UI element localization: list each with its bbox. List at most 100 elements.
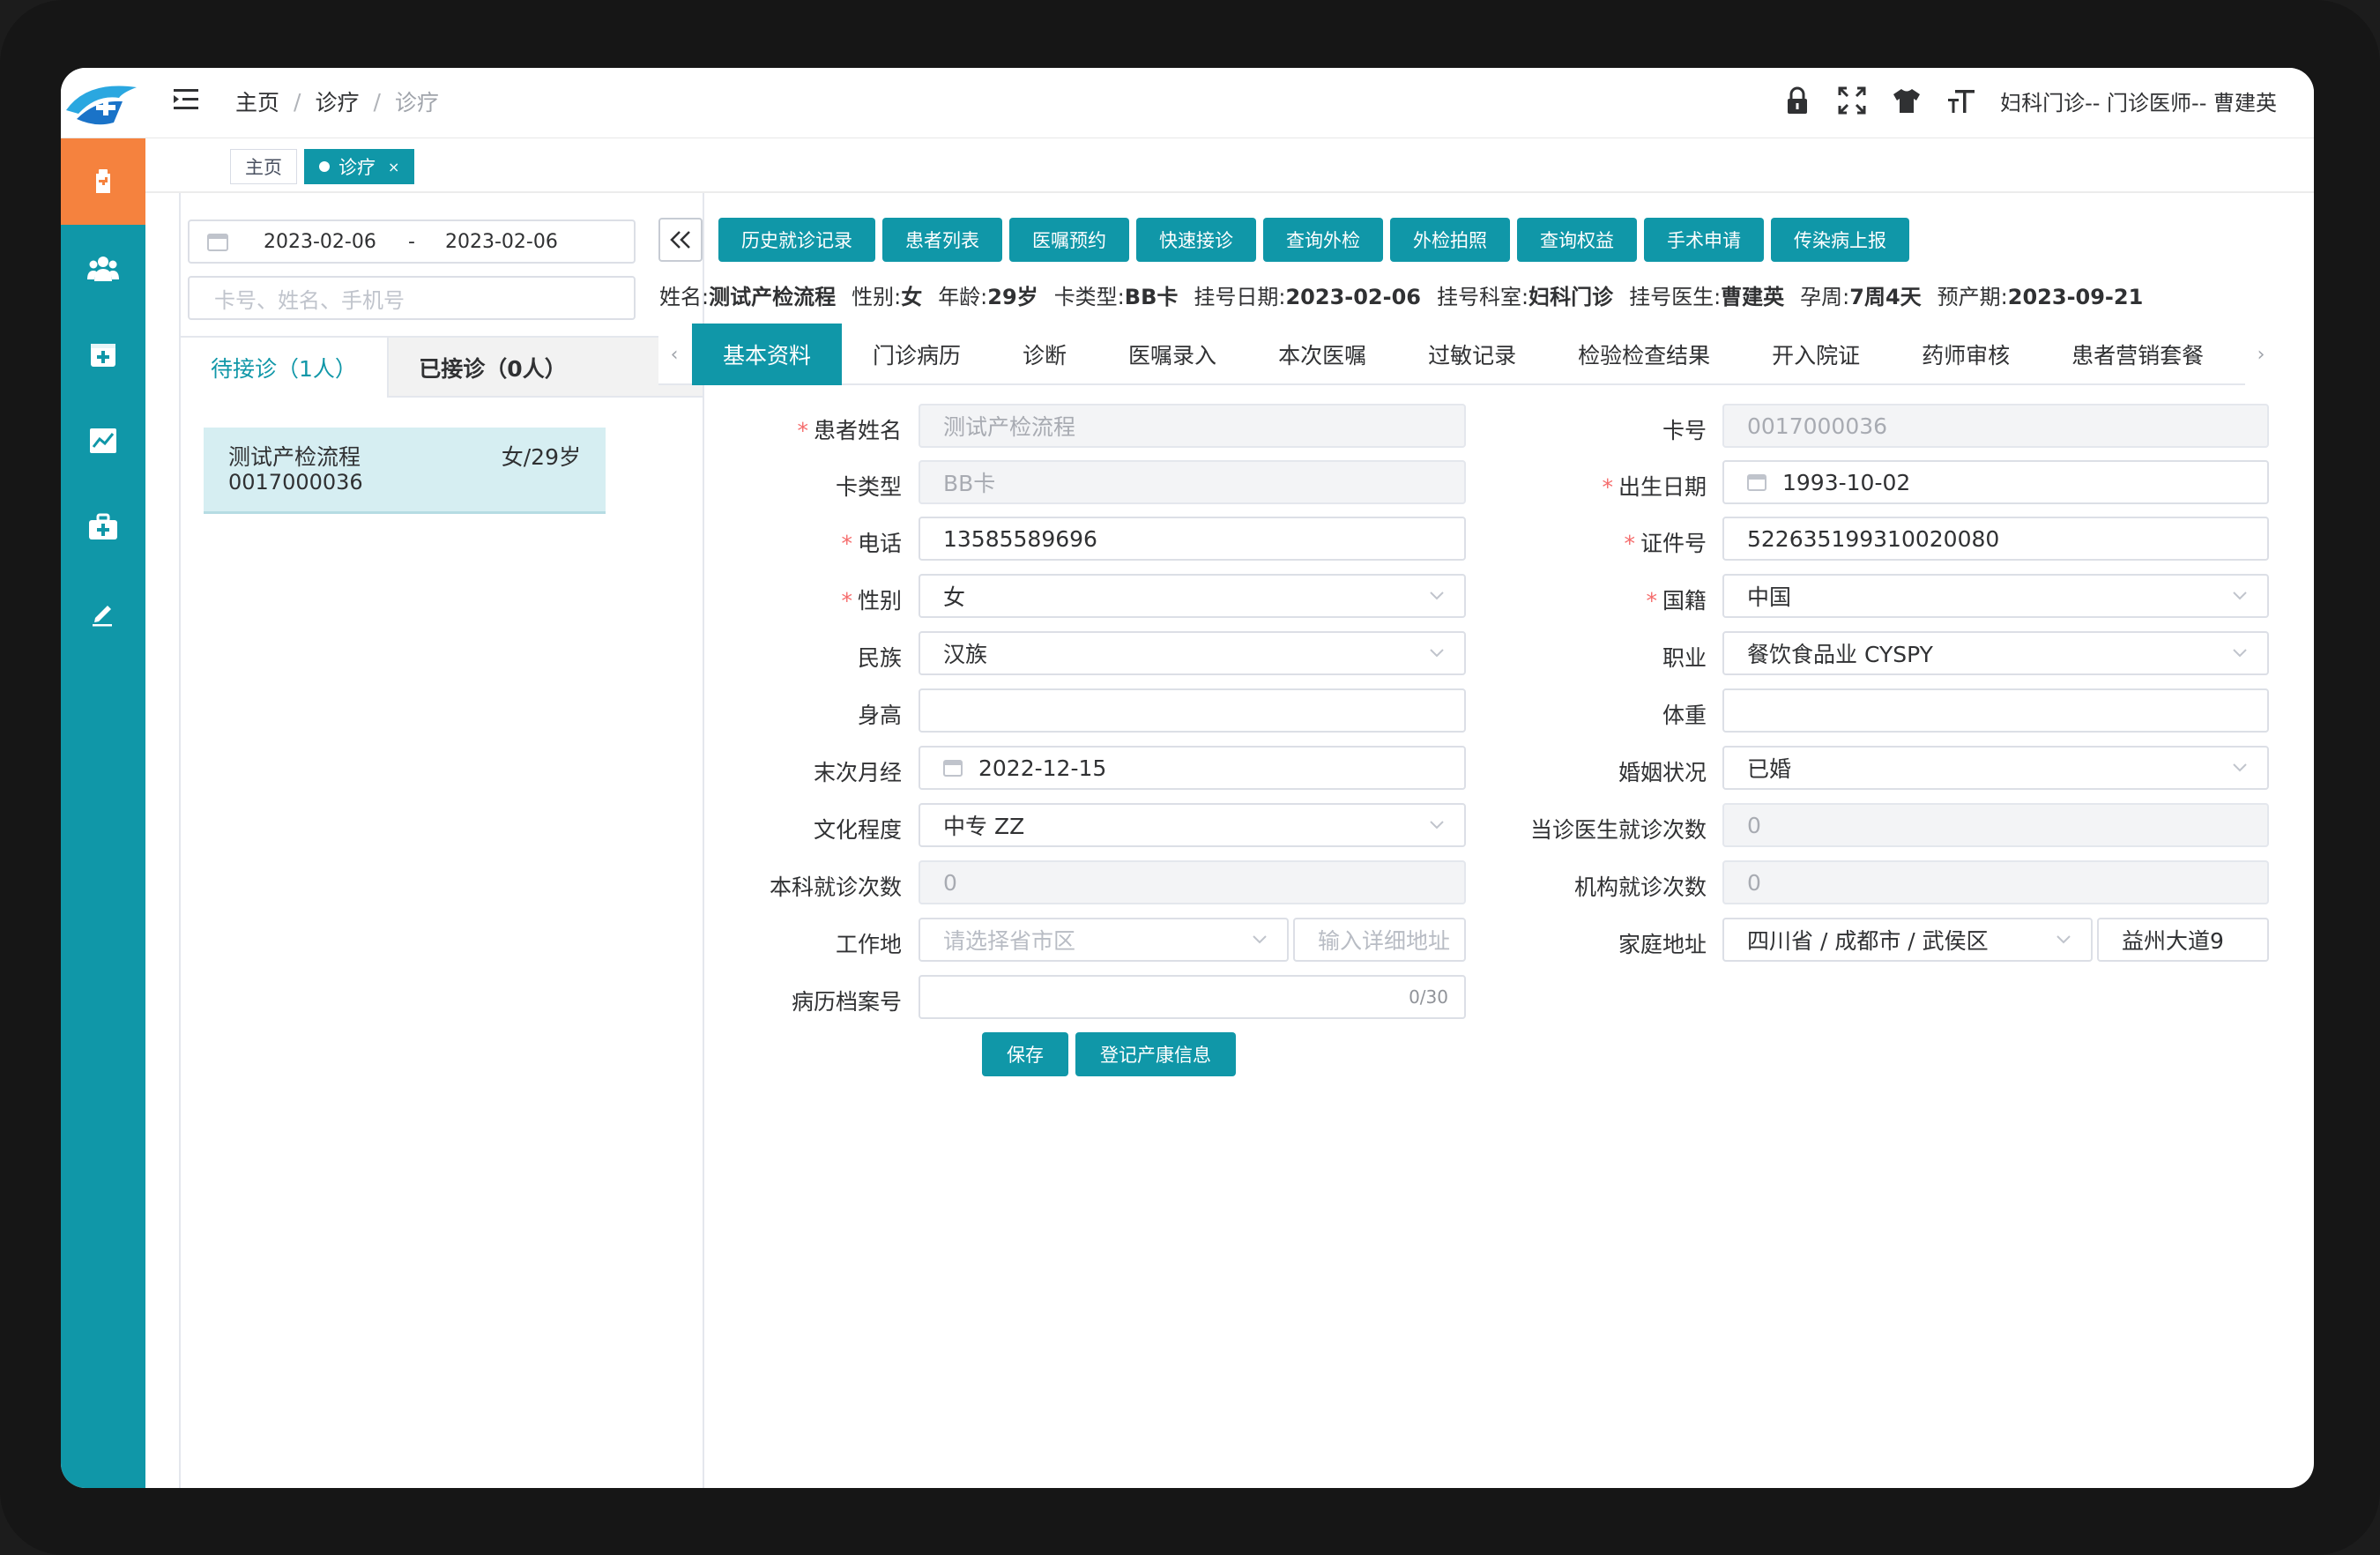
work-detail-input[interactable]: 输入详细地址 [1293,918,1466,962]
lock-icon[interactable] [1781,85,1813,116]
tab-diagnosis[interactable]: 诊断 [992,324,1097,385]
page-tab-clinic[interactable]: 诊疗 × [304,149,415,184]
sidebar-item-patients[interactable] [61,225,145,311]
dept-visits-field: 0 [919,860,1466,904]
breadcrumb: 主页 / 诊疗 / 诊疗 [235,86,439,117]
app-screen: 主页 / 诊疗 / 诊疗 妇科门诊-- 门诊医师-- 曹建英 主页 诊疗 × 2… [61,68,2314,1488]
font-size-icon[interactable] [1945,85,1977,116]
chevron-down-icon [2233,649,2247,658]
close-icon[interactable]: × [388,159,399,175]
tab-basic-info[interactable]: 基本资料 [692,324,843,385]
breadcrumb-clinic[interactable]: 诊疗 [315,86,359,117]
label-weight: 体重 [1662,703,1707,728]
query-benefits-button[interactable]: 查询权益 [1517,218,1637,262]
home-detail-input[interactable]: 益州大道9 [2097,918,2269,962]
infectious-report-button[interactable]: 传染病上报 [1771,218,1909,262]
label-doctor-visits: 当诊医生就诊次数 [1529,817,1707,843]
current-user[interactable]: 妇科门诊-- 门诊医师-- 曹建英 [2000,86,2277,116]
breadcrumb-home[interactable]: 主页 [235,86,279,117]
menu-toggle-icon[interactable] [170,84,202,115]
patient-name: 测试产检流程 [228,444,361,470]
education-select[interactable]: 中专 ZZ [919,803,1466,847]
active-dot-icon [319,161,330,172]
label-dept-visits: 本科就诊次数 [769,874,902,900]
order-appointment-button[interactable]: 医嘱预约 [1009,218,1129,262]
chevron-down-icon [2233,591,2247,600]
shirt-icon[interactable] [1891,85,1923,116]
calendar-icon [207,234,228,251]
summary-item: 预产期:2023-09-21 [1937,285,2144,309]
tab-current-orders[interactable]: 本次医嘱 [1247,324,1397,385]
height-field[interactable] [919,688,1466,733]
label-org-visits: 机构就诊次数 [1573,874,1707,900]
label-gender: * 性别 [841,588,902,614]
ethnic-select[interactable]: 汉族 [919,631,1466,675]
tab-lab-results[interactable]: 检验检查结果 [1547,324,1741,385]
nationality-value: 中国 [1747,584,1792,610]
chevron-down-icon [2056,935,2071,944]
query-external-test-button[interactable]: 查询外检 [1263,218,1383,262]
tabs-scroll-left-icon[interactable]: ‹ [658,324,690,385]
external-test-photo-button[interactable]: 外检拍照 [1390,218,1510,262]
summary-item: 挂号医生:曹建英 [1629,285,1785,309]
sidebar-item-clinic[interactable] [61,138,145,225]
id-number-field[interactable]: 522635199310020080 [1722,517,2269,561]
tab-received[interactable]: 已接诊（0人） [389,338,597,398]
tab-waiting[interactable]: 待接诊（1人） [181,338,389,398]
sidebar-item-stats[interactable] [61,398,145,484]
sidebar-item-pharmacy[interactable] [61,484,145,570]
collapse-button[interactable] [658,218,703,262]
tab-outpatient-record[interactable]: 门诊病历 [842,324,992,385]
lmp-date-picker[interactable]: 2022-12-15 [919,746,1466,790]
patient-card-number: 0017000036 [228,470,363,495]
tab-marketing-package[interactable]: 患者营销套餐 [2041,324,2235,385]
history-records-button[interactable]: 历史就诊记录 [718,218,875,262]
users-icon [87,257,119,281]
tabs-scroll-right-icon[interactable]: › [2245,324,2277,385]
tab-order-entry[interactable]: 医嘱录入 [1097,324,1247,385]
queue-tabs: 待接诊（1人） 已接诊（0人） [181,336,703,398]
summary-item: 挂号日期:2023-02-06 [1194,285,1421,309]
patient-queue-panel: 2023-02-06 - 2023-02-06 卡号、姓名、手机号 待接诊（1人… [179,193,704,1488]
marriage-select[interactable]: 已婚 [1722,746,2269,790]
nationality-select[interactable]: 中国 [1722,574,2269,618]
save-button[interactable]: 保存 [982,1032,1068,1076]
ethnic-value: 汉族 [943,642,988,667]
fullscreen-icon[interactable] [1836,85,1868,116]
date-range-picker[interactable]: 2023-02-06 - 2023-02-06 [188,219,636,264]
tab-pharmacist-review[interactable]: 药师审核 [1891,324,2041,385]
label-lmp: 末次月经 [813,760,902,785]
birth-date-picker[interactable]: 1993-10-02 [1722,460,2269,504]
register-postpartum-button[interactable]: 登记产康信息 [1075,1032,1236,1076]
weight-field[interactable] [1722,688,2269,733]
patient-list-button[interactable]: 患者列表 [882,218,1002,262]
tab-admission[interactable]: 开入院证 [1741,324,1891,385]
work-region-select[interactable]: 请选择省市区 [919,918,1289,962]
home-region-select[interactable]: 四川省 / 成都市 / 武侯区 [1722,918,2093,962]
marriage-value: 已婚 [1747,756,1792,782]
medkit-icon [89,513,117,539]
chevron-down-icon [1253,935,1267,944]
name-field: 测试产检流程 [919,404,1466,448]
sidebar-item-add[interactable] [61,311,145,398]
char-counter: 0/30 [1409,986,1448,1008]
gender-select[interactable]: 女 [919,574,1466,618]
job-select[interactable]: 餐饮食品业 CYSPY [1722,631,2269,675]
breadcrumb-separator: / [294,88,301,115]
record-number-field[interactable]: 0/30 [919,975,1466,1019]
tab-allergy[interactable]: 过敏记录 [1397,324,1547,385]
patient-search-input[interactable]: 卡号、姓名、手机号 [188,276,636,320]
breadcrumb-current: 诊疗 [394,90,439,115]
label-education: 文化程度 [813,817,902,843]
doctor-visits-field: 0 [1722,803,2269,847]
page-tab-home[interactable]: 主页 [230,149,297,184]
surgery-request-button[interactable]: 手术申请 [1644,218,1764,262]
education-value: 中专 ZZ [943,814,1025,839]
phone-field[interactable]: 13585589696 [919,517,1466,561]
chart-icon [90,428,116,453]
sidebar-item-sign[interactable] [61,570,145,657]
add-box-icon [91,344,115,367]
quick-receive-button[interactable]: 快速接诊 [1136,218,1256,262]
hospital-icon [96,169,110,193]
list-item[interactable]: 测试产检流程 女/29岁 0017000036 [204,428,606,514]
